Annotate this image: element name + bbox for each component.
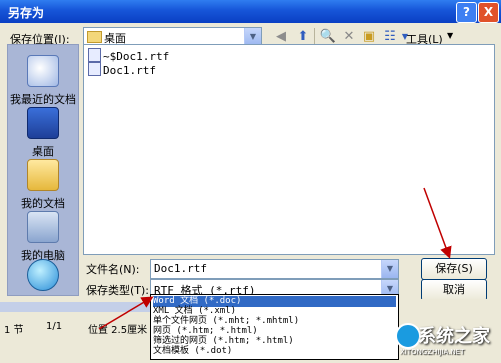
watermark-subtext: XITONGZHIJIA.NET — [400, 348, 465, 356]
place-my-documents[interactable]: 我的文档 — [8, 159, 78, 211]
place-desktop[interactable]: 桌面 — [8, 107, 78, 159]
filetype-label: 保存类型(T): — [86, 284, 150, 297]
my-documents-icon — [27, 159, 59, 191]
my-computer-icon — [27, 211, 59, 243]
title-bar — [0, 0, 501, 23]
list-item[interactable]: Doc1.rtf — [88, 62, 156, 77]
place-label: 我的文档 — [21, 197, 65, 210]
window-title: 另存为 — [8, 6, 45, 20]
place-my-computer[interactable]: 我的电脑 — [8, 211, 78, 263]
rtf-file-icon — [88, 62, 101, 76]
filename-value: Doc1.rtf — [154, 262, 207, 275]
file-list[interactable]: ~$Doc1.rtf Doc1.rtf — [83, 44, 495, 255]
save-button[interactable]: 保存(S) — [421, 258, 487, 280]
status-position: 位置 2.5厘米 — [88, 325, 148, 336]
cancel-button[interactable]: 取消 — [421, 279, 487, 301]
filetype-dropdown-list[interactable]: Word 文档 (*.doc) XML 文档 (*.xml) 单个文件网页 (*… — [150, 294, 399, 360]
status-section: 1 节 — [4, 325, 24, 336]
filename-input[interactable]: Doc1.rtf ▼ — [150, 259, 399, 279]
places-bar: 我最近的文档 桌面 我的文档 我的电脑 — [7, 44, 79, 296]
network-places-icon — [27, 259, 59, 291]
status-page: 1/1 — [46, 321, 63, 332]
rtf-file-icon — [88, 48, 101, 62]
place-label: 我最近的文档 — [10, 93, 76, 106]
watermark-text: 系统之家 — [418, 326, 490, 347]
place-label: 桌面 — [32, 145, 54, 158]
help-button[interactable]: ? — [456, 2, 477, 23]
recent-documents-icon — [27, 55, 59, 87]
desktop-icon — [27, 107, 59, 139]
place-recent[interactable]: 我最近的文档 — [8, 55, 78, 107]
dropdown-option[interactable]: 文档模板 (*.dot) — [153, 346, 396, 357]
filename-label: 文件名(N): — [86, 263, 140, 276]
file-name: Doc1.rtf — [103, 64, 156, 77]
place-network[interactable] — [8, 259, 78, 295]
tools-dropdown-icon[interactable]: ▼ — [447, 31, 453, 40]
folder-icon — [87, 31, 102, 43]
list-item[interactable]: ~$Doc1.rtf — [88, 48, 169, 63]
close-button[interactable]: X — [478, 2, 499, 23]
horizontal-scrollbar[interactable] — [0, 302, 150, 312]
chevron-down-icon[interactable]: ▼ — [381, 260, 398, 278]
